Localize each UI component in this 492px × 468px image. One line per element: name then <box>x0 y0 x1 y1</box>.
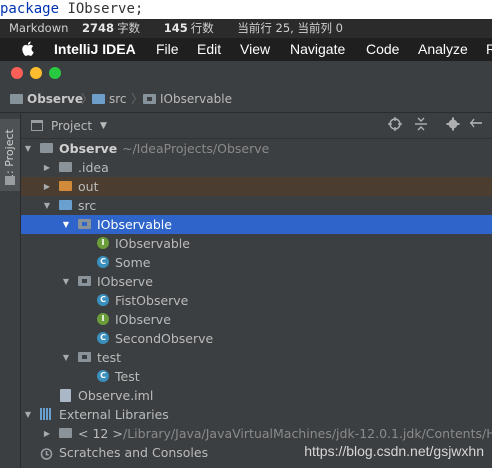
line-count: 145 <box>163 21 188 35</box>
class-icon: C <box>97 256 109 268</box>
runnable-class-icon: C <box>97 370 109 382</box>
expanded-arrow-icon[interactable]: ▼ <box>61 272 71 291</box>
left-tool-strip: 1: Project <box>0 113 21 468</box>
folder-tab-icon <box>5 176 15 185</box>
package-icon <box>78 276 91 286</box>
menu-refactor-partial[interactable]: R <box>486 38 492 61</box>
chevron-down-icon[interactable]: ▼ <box>100 118 107 134</box>
tree-row-iobserve-interface[interactable]: I IObserve <box>21 310 492 329</box>
cursor-position: 当前行 25, 当前列 0 <box>237 21 343 35</box>
tree-row-idea[interactable]: ▶ .idea <box>21 158 492 177</box>
menu-analyze[interactable]: Analyze <box>418 38 468 61</box>
hide-panel-icon[interactable] <box>468 117 484 133</box>
code-keyword: package <box>0 1 60 17</box>
char-count: 2748 <box>82 21 115 35</box>
project-folder-icon <box>10 94 23 104</box>
zoom-window-button[interactable] <box>49 67 61 79</box>
jdk-folder-icon <box>59 428 72 438</box>
class-icon: C <box>97 294 109 306</box>
scratches-icon <box>40 446 53 460</box>
expanded-arrow-icon[interactable]: ▼ <box>42 196 52 215</box>
tree-row-package-iobserve[interactable]: ▼ IObserve <box>21 272 492 291</box>
collapse-all-icon[interactable] <box>413 117 429 133</box>
menu-navigate[interactable]: Navigate <box>290 38 345 61</box>
class-icon: C <box>97 332 109 344</box>
project-view-icon <box>31 120 43 131</box>
library-icon <box>40 408 53 420</box>
gear-icon[interactable] <box>445 117 461 133</box>
excluded-folder-icon <box>59 181 72 191</box>
tree-row-iobservable-interface[interactable]: I IObservable <box>21 234 492 253</box>
tool-tab-project-label: 1: Project <box>3 129 16 181</box>
panel-title[interactable]: Project <box>51 118 92 134</box>
breadcrumb: Observe 〉 src 〉 IObservable <box>0 85 492 113</box>
project-path: ~/IdeaProjects/Observe <box>122 141 270 156</box>
tree-row-src[interactable]: ▼ src <box>21 196 492 215</box>
expanded-arrow-icon[interactable]: ▼ <box>23 139 33 158</box>
package-icon <box>78 352 91 362</box>
code-snippet-line: package IObserve; <box>0 0 492 19</box>
code-terminator: ; <box>134 1 144 17</box>
package-icon <box>78 219 91 229</box>
expanded-arrow-icon[interactable]: ▼ <box>61 215 71 234</box>
menu-file[interactable]: File <box>156 38 179 61</box>
expanded-arrow-icon[interactable]: ▼ <box>23 405 33 424</box>
close-window-button[interactable] <box>11 67 23 79</box>
tree-row-package-test[interactable]: ▼ test <box>21 348 492 367</box>
tree-row-test[interactable]: C Test <box>21 367 492 386</box>
project-tree: ▼ Observe ~/IdeaProjects/Observe ▶ .idea… <box>21 139 492 468</box>
menu-code[interactable]: Code <box>366 38 399 61</box>
tree-row-some[interactable]: C Some <box>21 253 492 272</box>
breadcrumb-item-project[interactable]: Observe <box>10 91 83 107</box>
menu-view[interactable]: View <box>240 38 270 61</box>
locate-target-icon[interactable] <box>387 117 403 133</box>
module-file-icon <box>60 389 71 402</box>
breadcrumb-separator-icon: 〉 <box>131 92 144 106</box>
tree-row-jdk[interactable]: ▶ < 12 > /Library/Java/JavaVirtualMachin… <box>21 424 492 443</box>
source-folder-icon <box>59 200 72 210</box>
expanded-arrow-icon[interactable]: ▼ <box>61 348 71 367</box>
line-count-unit: 行数 <box>190 21 214 35</box>
project-panel-header: Project ▼ <box>21 113 492 139</box>
package-icon <box>143 94 156 104</box>
tree-row-package-iobservable[interactable]: ▼ IObservable <box>21 215 492 234</box>
window-title-bar <box>0 61 492 85</box>
tree-row-root[interactable]: ▼ Observe ~/IdeaProjects/Observe <box>21 139 492 158</box>
collapsed-arrow-icon[interactable]: ▶ <box>42 424 52 443</box>
tree-row-secondobserve[interactable]: C SecondObserve <box>21 329 492 348</box>
collapsed-arrow-icon[interactable]: ▶ <box>42 177 52 196</box>
menu-edit[interactable]: Edit <box>197 38 221 61</box>
folder-icon <box>59 162 72 172</box>
tree-row-fistobserve[interactable]: C FistObserve <box>21 291 492 310</box>
menu-app-name[interactable]: IntelliJ IDEA <box>54 38 136 61</box>
code-identifier: IObserve <box>67 1 135 17</box>
project-folder-icon <box>40 143 53 153</box>
jdk-path: /Library/Java/JavaVirtualMachines/jdk-12… <box>123 426 492 441</box>
tree-row-iml[interactable]: Observe.iml <box>21 386 492 405</box>
tree-row-external-libraries[interactable]: ▼ External Libraries <box>21 405 492 424</box>
breadcrumb-item-src[interactable]: src <box>92 91 127 107</box>
tree-row-out[interactable]: ▶ out <box>21 177 492 196</box>
source-folder-icon <box>92 94 105 104</box>
macos-menu-bar: IntelliJ IDEA File Edit View Navigate Co… <box>0 38 492 61</box>
collapsed-arrow-icon[interactable]: ▶ <box>42 158 52 177</box>
watermark-text: https://blog.csdn.net/gsjwxhn <box>304 443 484 459</box>
interface-icon: I <box>97 313 109 325</box>
minimize-window-button[interactable] <box>30 67 42 79</box>
char-count-unit: 字数 <box>117 21 141 35</box>
editor-mode: Markdown <box>9 21 69 35</box>
breadcrumb-item-package[interactable]: IObservable <box>143 91 232 107</box>
interface-icon: I <box>97 237 109 249</box>
markdown-status-bar: Markdown 2748 字数 145 行数 当前行 25, 当前列 0 <box>0 19 492 38</box>
apple-logo-icon[interactable] <box>21 38 34 61</box>
